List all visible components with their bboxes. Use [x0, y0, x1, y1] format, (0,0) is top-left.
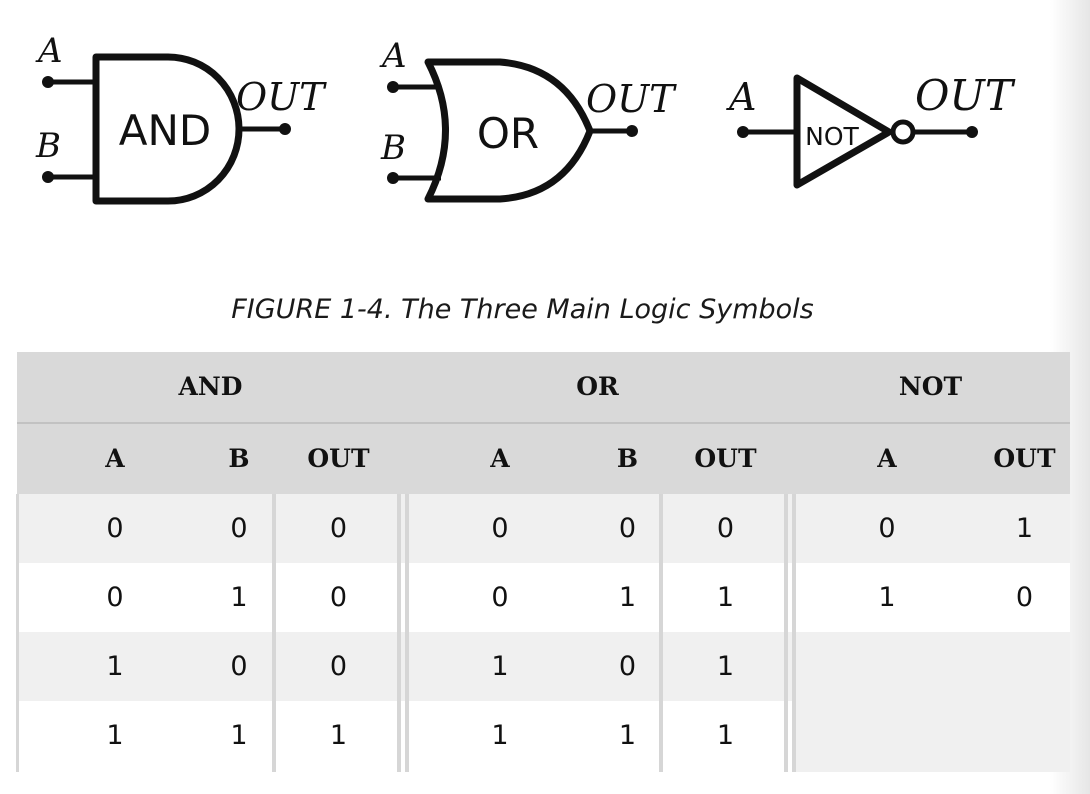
- or-output-label: OUT: [586, 77, 677, 121]
- group-header-or: OR: [576, 372, 619, 401]
- not-input-a-label: A: [726, 75, 756, 119]
- not-empty-cells: [796, 632, 1070, 772]
- and-gate-label: AND: [119, 106, 212, 155]
- column-divider: [659, 494, 663, 772]
- and-input-b-label: B: [35, 126, 61, 166]
- table-cell: 0: [491, 513, 509, 544]
- group-divider: [397, 494, 401, 772]
- truth-table: AND OR NOT A B OUT A B OUT A OUT 0 0 0 0…: [16, 352, 1070, 772]
- column-header-row: A B OUT A B OUT A OUT: [17, 424, 1070, 494]
- not-output-label: OUT: [915, 71, 1016, 120]
- or-gate: A B OR OUT: [379, 36, 677, 203]
- group-divider: [405, 494, 409, 772]
- column-header: A: [877, 444, 897, 473]
- column-divider: [16, 494, 19, 772]
- logic-gate-symbols: A B AND OUT A B OR OUT A NOT OUT: [35, 31, 1016, 205]
- column-divider: [272, 494, 276, 772]
- table-cell: 0: [329, 513, 348, 544]
- table-row: 0 0 0 0 0 0 0 1: [17, 494, 1070, 563]
- column-header: OUT: [993, 444, 1056, 473]
- and-output-label: OUT: [236, 75, 327, 119]
- table-cell: 0: [329, 651, 348, 682]
- table-cell: 1: [716, 582, 735, 613]
- table-cell: 1: [1015, 513, 1034, 544]
- table-cell: 1: [878, 582, 896, 613]
- and-gate: A B AND OUT: [35, 31, 327, 205]
- table-cell: 1: [491, 651, 509, 682]
- table-cell: 0: [716, 513, 735, 544]
- not-gate-label: NOT: [805, 122, 859, 151]
- table-cell: 1: [329, 720, 348, 751]
- table-row: 0 1 0 0 1 1 1 0: [17, 563, 1070, 632]
- table-cell: 1: [106, 720, 124, 751]
- table-cell: 0: [491, 582, 509, 613]
- or-input-b-label: B: [380, 128, 406, 168]
- and-input-a-label: A: [35, 31, 63, 71]
- table-cell: 1: [106, 651, 124, 682]
- table-cell: 1: [716, 651, 735, 682]
- group-header-and: AND: [178, 372, 243, 401]
- table-cell: 0: [106, 582, 124, 613]
- table-cell: 0: [1015, 582, 1034, 613]
- table-cell: 1: [716, 720, 735, 751]
- column-header: A: [490, 444, 510, 473]
- column-header: OUT: [307, 444, 370, 473]
- or-gate-label: OR: [477, 109, 539, 158]
- or-input-a-label: A: [379, 36, 407, 76]
- column-header: OUT: [694, 444, 757, 473]
- group-divider: [784, 494, 788, 772]
- figure-caption: FIGURE 1-4. The Three Main Logic Symbols: [231, 294, 814, 325]
- table-cell: 0: [106, 513, 124, 544]
- table-cell: 0: [878, 513, 896, 544]
- group-header-not: NOT: [898, 372, 963, 401]
- group-header-row: AND OR NOT: [17, 352, 1070, 424]
- table-cell: 0: [329, 582, 348, 613]
- column-header: A: [105, 444, 125, 473]
- table-cell: 1: [491, 720, 509, 751]
- not-gate: A NOT OUT: [726, 71, 1016, 189]
- not-bubble: [890, 119, 916, 145]
- group-divider: [792, 494, 796, 772]
